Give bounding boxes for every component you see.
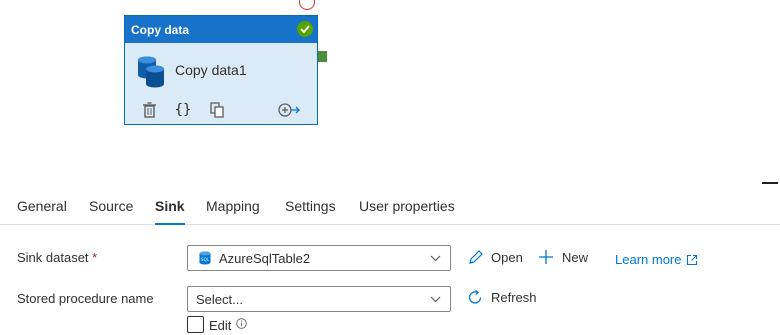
properties-tabs: General Source Sink Mapping Settings Use… <box>0 187 780 225</box>
database-icon <box>138 56 164 88</box>
tab-general[interactable]: General <box>17 187 67 224</box>
refresh-icon <box>468 289 482 304</box>
copy-icon[interactable] <box>209 101 225 119</box>
tab-mapping[interactable]: Mapping <box>206 187 260 224</box>
stored-procedure-label: Stored procedure name <box>17 291 154 306</box>
on-success-port[interactable] <box>318 51 327 62</box>
refresh-label: Refresh <box>491 290 537 305</box>
pencil-icon <box>469 250 483 264</box>
activity-header: Copy data <box>125 16 317 43</box>
sink-dataset-value: AzureSqlTable2 <box>219 250 311 266</box>
new-dataset-label: New <box>562 250 589 265</box>
chevron-down-icon <box>430 255 441 262</box>
required-marker: * <box>92 250 98 265</box>
tab-user-properties[interactable]: User properties <box>359 187 455 224</box>
tab-source[interactable]: Source <box>89 187 133 224</box>
panel-resize-handle[interactable] <box>762 182 778 184</box>
learn-more-link[interactable]: Learn more <box>615 252 698 267</box>
pipeline-canvas[interactable]: Copy data Copy data1 {} <box>0 0 780 184</box>
svg-text:SQL: SQL <box>201 257 210 262</box>
new-dataset-button[interactable]: New <box>538 249 588 266</box>
info-icon[interactable] <box>236 318 247 329</box>
code-icon[interactable]: {} <box>174 101 192 119</box>
chevron-down-icon <box>430 296 441 303</box>
sql-table-icon: SQL <box>199 251 211 265</box>
open-dataset-button[interactable]: Open <box>467 249 523 266</box>
edit-label: Edit <box>209 318 232 333</box>
stored-procedure-dropdown[interactable]: Select... <box>187 286 451 312</box>
stored-procedure-value: Select... <box>196 291 243 307</box>
on-failure-port[interactable] <box>299 0 315 10</box>
sink-dataset-dropdown[interactable]: SQL AzureSqlTable2 <box>187 245 451 271</box>
edit-checkbox[interactable] <box>187 316 204 333</box>
external-link-icon <box>687 254 698 265</box>
copy-data-activity[interactable]: Copy data Copy data1 {} <box>124 15 318 125</box>
learn-more-label: Learn more <box>615 252 682 267</box>
activity-body: Copy data1 {} <box>125 43 317 124</box>
tab-settings[interactable]: Settings <box>285 187 336 224</box>
activity-type-label: Copy data <box>131 22 190 37</box>
add-output-icon[interactable] <box>277 101 301 119</box>
sink-dataset-label-text: Sink dataset <box>17 250 89 265</box>
refresh-button[interactable]: Refresh <box>467 289 537 306</box>
delete-icon[interactable] <box>141 101 157 119</box>
sink-dataset-label: Sink dataset * <box>17 250 97 265</box>
success-check-icon <box>297 21 313 37</box>
activity-name: Copy data1 <box>175 62 247 78</box>
plus-icon <box>539 250 553 264</box>
tab-sink[interactable]: Sink <box>155 187 185 225</box>
open-dataset-label: Open <box>491 250 523 265</box>
